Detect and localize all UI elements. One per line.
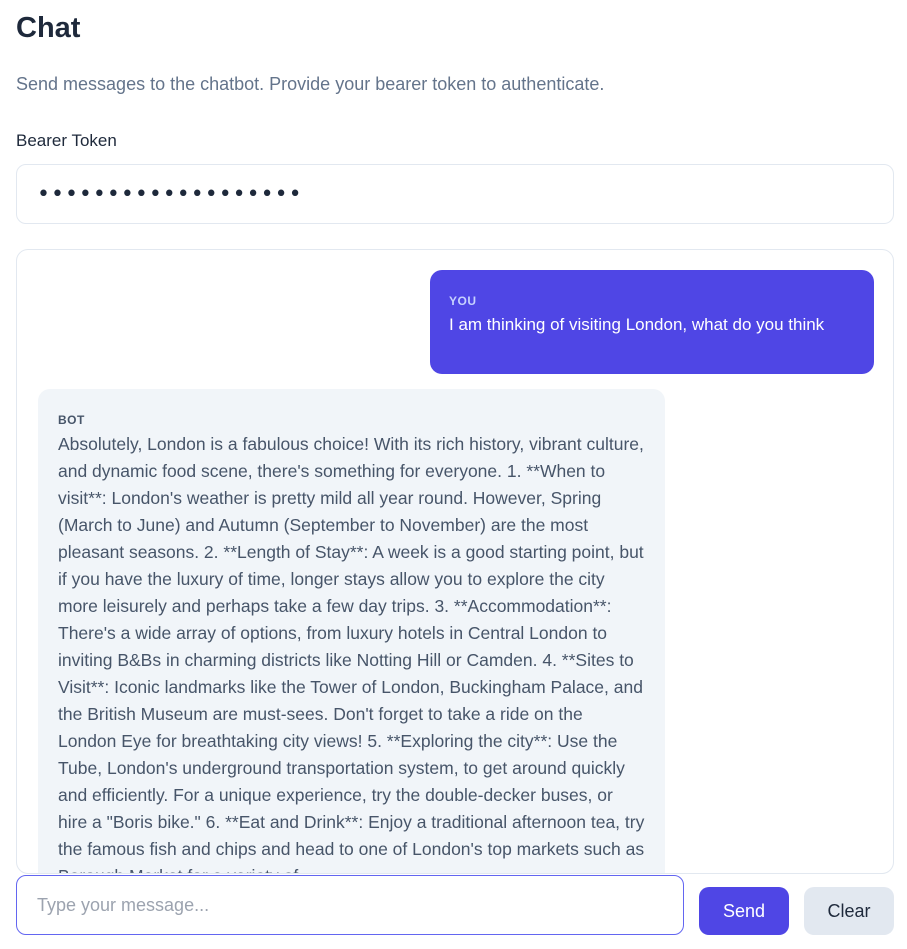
bot-message-role: BOT xyxy=(58,413,85,427)
page-subtitle: Send messages to the chatbot. Provide yo… xyxy=(16,74,605,94)
user-message-role: YOU xyxy=(449,294,477,308)
send-button[interactable]: Send xyxy=(699,887,789,935)
bearer-token-input[interactable] xyxy=(16,164,894,224)
user-message-bubble: YOU I am thinking of visiting London, wh… xyxy=(430,270,874,374)
chat-page: Chat Send messages to the chatbot. Provi… xyxy=(0,0,907,949)
clear-button[interactable]: Clear xyxy=(804,887,894,935)
page-title: Chat xyxy=(16,12,81,44)
chat-history[interactable]: YOU I am thinking of visiting London, wh… xyxy=(16,249,894,874)
user-message-text: I am thinking of visiting London, what d… xyxy=(449,315,825,334)
bearer-token-label: Bearer Token xyxy=(16,131,117,150)
bot-message-bubble: BOT Absolutely, London is a fabulous cho… xyxy=(38,389,665,873)
bot-message-text: Absolutely, London is a fabulous choice!… xyxy=(58,434,645,873)
message-input[interactable] xyxy=(16,875,684,935)
